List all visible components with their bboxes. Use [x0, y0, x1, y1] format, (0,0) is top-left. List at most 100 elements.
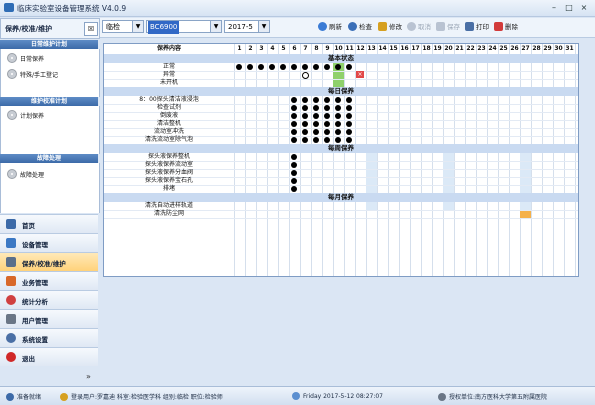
filled-dot-mark[interactable]	[313, 97, 319, 103]
device-select-value: BC6900	[148, 21, 180, 34]
month-picker[interactable]: 2017-5 ▼	[224, 20, 270, 33]
filled-dot-mark[interactable]	[302, 137, 308, 143]
filled-dot-mark[interactable]	[335, 105, 341, 111]
nav-item-users[interactable]: 用户管理	[0, 309, 98, 328]
edit-button[interactable]: 修改	[378, 20, 402, 34]
filled-dot-mark[interactable]	[291, 162, 297, 168]
filled-dot-mark[interactable]	[258, 64, 264, 70]
filled-dot-mark[interactable]	[346, 105, 352, 111]
filled-dot-mark[interactable]	[291, 186, 297, 192]
filled-dot-mark[interactable]	[324, 97, 330, 103]
nav-item-settings[interactable]: 系统设置	[0, 328, 98, 347]
column-header-day: 13	[367, 45, 376, 52]
row-label: 清洁整机	[156, 120, 181, 127]
filled-dot-mark[interactable]	[280, 64, 286, 70]
filled-dot-mark[interactable]	[291, 129, 297, 135]
row-label: 正常	[162, 63, 175, 70]
group-header: 基本状态	[104, 54, 578, 63]
delete-button[interactable]: 删除	[494, 20, 518, 34]
filled-dot-mark[interactable]	[335, 97, 341, 103]
refresh-button[interactable]: 刷新	[318, 20, 342, 34]
filled-dot-mark[interactable]	[324, 64, 330, 70]
nav-item-exit[interactable]: 退出	[0, 347, 98, 366]
filled-dot-mark[interactable]	[335, 64, 341, 70]
filled-dot-mark[interactable]	[302, 113, 308, 119]
filled-dot-mark[interactable]	[302, 64, 308, 70]
filled-dot-mark[interactable]	[302, 97, 308, 103]
home-icon	[6, 219, 16, 229]
filled-dot-mark[interactable]	[247, 64, 253, 70]
pin-icon[interactable]: ☒	[84, 22, 98, 36]
nav-item-maintenance[interactable]: 保养/校准/维护	[0, 252, 98, 271]
nav-item-device-management[interactable]: 设备管理	[0, 233, 98, 252]
filled-dot-mark[interactable]	[269, 64, 275, 70]
filled-dot-mark[interactable]	[324, 105, 330, 111]
column-header-day: 17	[411, 45, 420, 52]
nav-item-statistics[interactable]: 统计分析	[0, 290, 98, 309]
check-button[interactable]: 检查	[348, 20, 372, 34]
maximize-button[interactable]: □	[563, 2, 575, 13]
filled-dot-mark[interactable]	[346, 137, 352, 143]
save-button[interactable]: 保存	[436, 20, 460, 34]
gear-icon	[7, 110, 17, 120]
filled-dot-mark[interactable]	[291, 121, 297, 127]
empty-circle-mark[interactable]	[302, 72, 309, 79]
row-label: 异常	[162, 71, 175, 78]
filled-dot-mark[interactable]	[313, 121, 319, 127]
filled-dot-mark[interactable]	[346, 129, 352, 135]
chevron-down-icon[interactable]: ▼	[132, 21, 143, 32]
nav-item-home[interactable]: 首页	[0, 214, 98, 233]
filled-dot-mark[interactable]	[291, 105, 297, 111]
chevron-down-icon[interactable]: ▼	[258, 21, 269, 32]
settings-icon	[6, 333, 16, 343]
filled-dot-mark[interactable]	[335, 121, 341, 127]
filled-dot-mark[interactable]	[335, 113, 341, 119]
filled-dot-mark[interactable]	[346, 113, 352, 119]
info-icon	[6, 393, 14, 401]
filled-dot-mark[interactable]	[291, 97, 297, 103]
filled-dot-mark[interactable]	[324, 129, 330, 135]
filled-dot-mark[interactable]	[346, 97, 352, 103]
filled-dot-mark[interactable]	[346, 121, 352, 127]
delete-button-label: 删除	[505, 23, 518, 31]
filled-dot-mark[interactable]	[291, 154, 297, 160]
chart-icon	[6, 276, 16, 286]
column-header-day: 30	[554, 45, 563, 52]
filled-dot-mark[interactable]	[313, 129, 319, 135]
filled-dot-mark[interactable]	[324, 121, 330, 127]
filled-dot-mark[interactable]	[313, 113, 319, 119]
dept-select[interactable]: 临检 ▼	[102, 20, 144, 33]
error-x-mark[interactable]: ×	[356, 71, 364, 78]
filled-dot-mark[interactable]	[291, 178, 297, 184]
filled-dot-mark[interactable]	[291, 64, 297, 70]
filled-dot-mark[interactable]	[291, 170, 297, 176]
filled-dot-mark[interactable]	[335, 129, 341, 135]
minimize-button[interactable]: –	[548, 2, 560, 13]
filled-dot-mark[interactable]	[324, 113, 330, 119]
gear-icon	[7, 53, 17, 63]
column-header-day: 31	[565, 45, 574, 52]
close-button[interactable]: ×	[578, 2, 590, 13]
nav-item-business[interactable]: 业务管理	[0, 271, 98, 290]
filled-dot-mark[interactable]	[302, 121, 308, 127]
row-label: 倒废液	[159, 112, 178, 119]
filled-dot-mark[interactable]	[335, 137, 341, 143]
filled-dot-mark[interactable]	[302, 129, 308, 135]
filled-dot-mark[interactable]	[236, 64, 242, 70]
filled-dot-mark[interactable]	[313, 105, 319, 111]
print-button[interactable]: 打印	[465, 20, 489, 34]
filled-dot-mark[interactable]	[346, 64, 352, 70]
filled-dot-mark[interactable]	[291, 113, 297, 119]
cancel-button[interactable]: 取消	[407, 20, 431, 34]
sidebar-item-label: 特殊/手工登记	[20, 72, 59, 79]
expand-chevron-icon[interactable]: »	[86, 372, 91, 381]
filled-dot-mark[interactable]	[313, 64, 319, 70]
filled-dot-mark[interactable]	[291, 137, 297, 143]
chevron-down-icon[interactable]: ▼	[210, 21, 221, 32]
filled-dot-mark[interactable]	[302, 105, 308, 111]
row-label: 清洗防尘网	[153, 210, 184, 217]
filled-dot-mark[interactable]	[324, 137, 330, 143]
section-header-daily: 日常维护计划	[0, 40, 98, 49]
filled-dot-mark[interactable]	[313, 137, 319, 143]
device-select[interactable]: BC6900 ▼	[146, 20, 222, 34]
